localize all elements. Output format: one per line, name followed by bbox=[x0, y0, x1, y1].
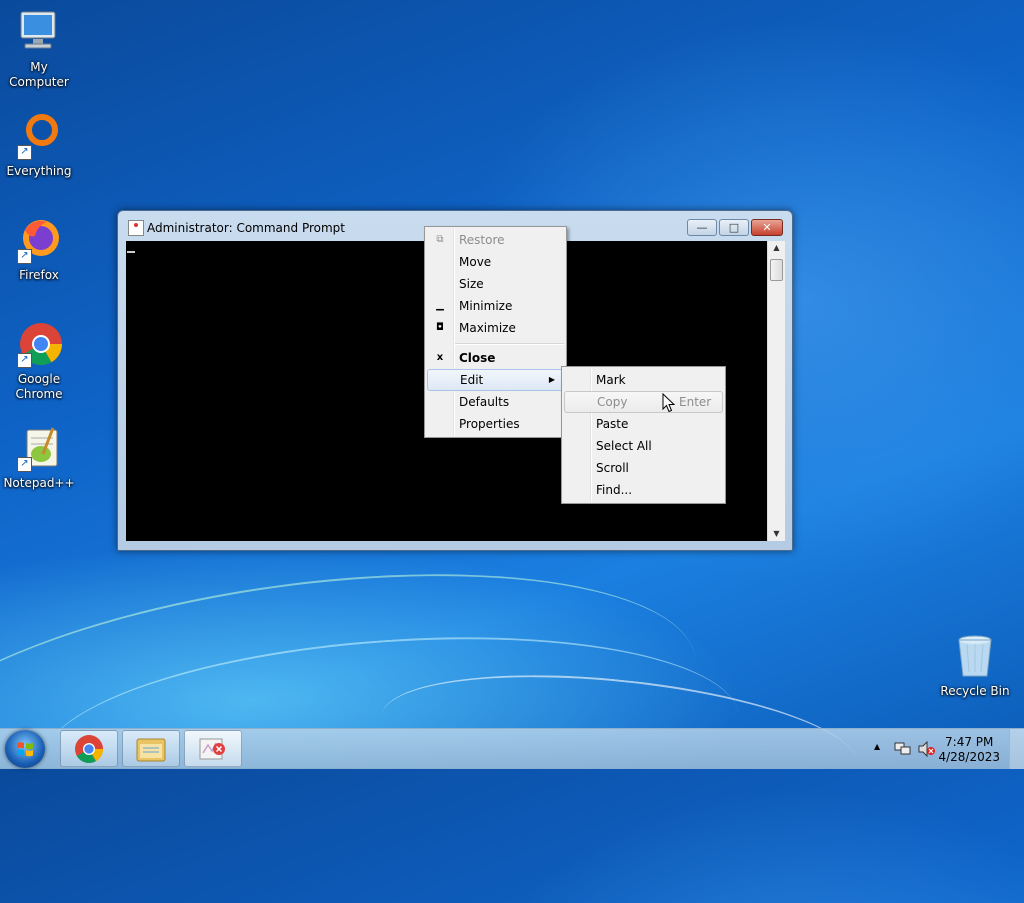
desktop-icon-my-computer[interactable]: My Computer bbox=[0, 8, 78, 90]
computer-icon bbox=[15, 8, 63, 56]
recycle-bin-icon bbox=[951, 632, 999, 680]
close-icon: x bbox=[436, 352, 444, 363]
shortcut-label: Enter bbox=[679, 395, 712, 409]
menu-item-label: Restore bbox=[459, 233, 505, 247]
notepad-plus-plus-icon: ↗ bbox=[15, 424, 63, 472]
menu-item-label: Properties bbox=[459, 417, 520, 431]
menu-item-label: Minimize bbox=[459, 299, 513, 313]
window-title: Administrator: Command Prompt bbox=[147, 221, 345, 235]
desktop-icon-label: My Computer bbox=[9, 60, 69, 89]
menu-item-close[interactable]: x Close bbox=[427, 347, 564, 369]
maximize-icon: ◘ bbox=[436, 322, 444, 333]
submenu-arrow-icon: ▶ bbox=[548, 375, 555, 384]
clock[interactable]: 7:47 PM 4/28/2023 bbox=[938, 735, 1000, 765]
scroll-down-arrow-icon[interactable]: ▼ bbox=[768, 527, 785, 541]
desktop-icon-label: Recycle Bin bbox=[940, 684, 1010, 698]
mouse-pointer-icon bbox=[662, 393, 676, 413]
edit-submenu: Mark Copy Enter Paste Select All Scroll … bbox=[561, 366, 726, 504]
taskbar-chrome-button[interactable] bbox=[60, 730, 118, 767]
desktop-icon-recycle-bin[interactable]: Recycle Bin bbox=[936, 632, 1014, 699]
menu-item-select-all[interactable]: Select All bbox=[564, 435, 723, 457]
menu-item-label: Copy bbox=[597, 395, 628, 409]
taskbar-explorer-button[interactable] bbox=[122, 730, 180, 767]
desktop-icon-firefox[interactable]: ↗ Firefox bbox=[0, 216, 78, 283]
menu-item-label: Scroll bbox=[596, 461, 629, 475]
menu-item-label: Maximize bbox=[459, 321, 516, 335]
menu-item-label: Edit bbox=[460, 373, 484, 387]
cmd-app-icon bbox=[199, 738, 225, 760]
cmd-window-icon[interactable] bbox=[128, 220, 144, 236]
desktop-icon-label: Firefox bbox=[19, 268, 59, 282]
windows-logo-icon bbox=[17, 742, 33, 757]
system-menu: ⧉ Restore Move Size ▁ Minimize ◘ Maximiz… bbox=[424, 226, 567, 438]
desktop-icon-notepad-plus-plus[interactable]: ↗ Notepad++ bbox=[0, 424, 78, 491]
restore-icon: ⧉ bbox=[436, 234, 444, 245]
menu-item-size[interactable]: Size bbox=[427, 273, 564, 295]
menu-item-label: Defaults bbox=[459, 395, 510, 409]
desktop-icon-label: Everything bbox=[6, 164, 72, 178]
show-hidden-icons-arrow-icon[interactable]: ▲ bbox=[874, 742, 880, 751]
show-desktop-button[interactable] bbox=[1009, 729, 1024, 769]
menu-item-find[interactable]: Find... bbox=[564, 479, 723, 501]
desktop-icon-label: Notepad++ bbox=[3, 476, 75, 490]
text-cursor bbox=[127, 251, 135, 253]
everything-icon: ↗ bbox=[15, 112, 63, 160]
system-tray: ▲ 7:47 PM 4/28/2023 bbox=[864, 729, 1024, 769]
volume-muted-icon[interactable] bbox=[918, 741, 936, 757]
vertical-scrollbar[interactable]: ▲ ▼ bbox=[767, 241, 785, 541]
firefox-icon: ↗ bbox=[15, 216, 63, 264]
shortcut-arrow-icon: ↗ bbox=[17, 353, 32, 368]
chrome-icon bbox=[75, 735, 103, 764]
menu-item-label: Size bbox=[459, 277, 484, 291]
menu-item-label: Paste bbox=[596, 417, 629, 431]
taskbar: ▲ 7:47 PM 4/28/2023 bbox=[0, 728, 1024, 769]
menu-item-label: Move bbox=[459, 255, 492, 269]
menu-item-label: Close bbox=[459, 351, 496, 365]
menu-item-minimize[interactable]: ▁ Minimize bbox=[427, 295, 564, 317]
menu-separator bbox=[455, 343, 564, 345]
start-button[interactable] bbox=[5, 730, 45, 768]
clock-time: 7:47 PM bbox=[945, 735, 994, 749]
close-button[interactable]: ✕ bbox=[751, 219, 783, 236]
menu-item-label: Select All bbox=[596, 439, 652, 453]
shortcut-arrow-icon: ↗ bbox=[17, 457, 32, 472]
chrome-icon: ↗ bbox=[15, 320, 63, 368]
maximize-button[interactable]: □ bbox=[719, 219, 749, 236]
menu-item-move[interactable]: Move bbox=[427, 251, 564, 273]
clock-date: 4/28/2023 bbox=[938, 750, 1000, 764]
minimize-icon: ▁ bbox=[436, 300, 444, 311]
minimize-button[interactable]: — bbox=[687, 219, 717, 236]
desktop-icon-everything[interactable]: ↗ Everything bbox=[0, 112, 78, 179]
menu-item-copy[interactable]: Copy Enter bbox=[564, 391, 723, 413]
menu-item-scroll[interactable]: Scroll bbox=[564, 457, 723, 479]
desktop-icon-label: Google Chrome bbox=[15, 372, 63, 401]
menu-item-label: Find... bbox=[596, 483, 633, 497]
taskbar-cmd-button[interactable] bbox=[184, 730, 242, 767]
shortcut-arrow-icon: ↗ bbox=[17, 145, 32, 160]
menu-item-mark[interactable]: Mark bbox=[564, 369, 723, 391]
menu-item-paste[interactable]: Paste bbox=[564, 413, 723, 435]
menu-item-maximize[interactable]: ◘ Maximize bbox=[427, 317, 564, 339]
menu-item-edit[interactable]: Edit ▶ bbox=[427, 369, 564, 391]
menu-item-properties[interactable]: Properties bbox=[427, 413, 564, 435]
menu-item-defaults[interactable]: Defaults bbox=[427, 391, 564, 413]
shortcut-arrow-icon: ↗ bbox=[17, 249, 32, 264]
desktop-icon-google-chrome[interactable]: ↗ Google Chrome bbox=[0, 320, 78, 402]
network-icon[interactable] bbox=[894, 741, 912, 757]
menu-item-label: Mark bbox=[596, 373, 626, 387]
scrollbar-thumb[interactable] bbox=[770, 259, 783, 281]
menu-item-restore[interactable]: ⧉ Restore bbox=[427, 229, 564, 251]
folder-icon bbox=[136, 738, 166, 762]
scroll-up-arrow-icon[interactable]: ▲ bbox=[768, 241, 785, 255]
